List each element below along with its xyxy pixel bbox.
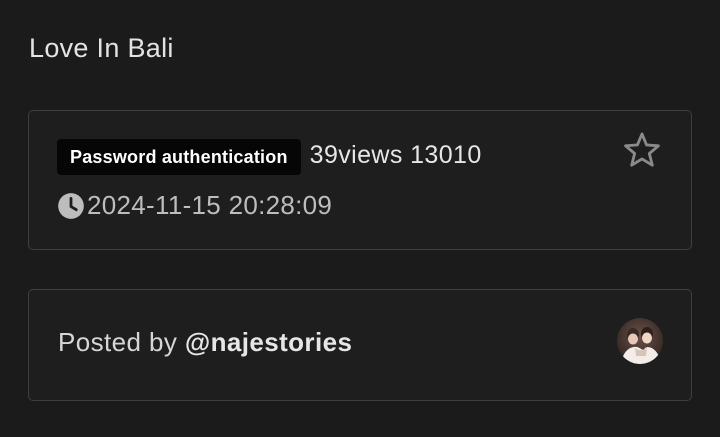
page-root: Love In Bali Password authentication 39v… <box>0 0 720 437</box>
poster-handle-link[interactable]: @najestories <box>185 327 352 357</box>
page-title: Love In Bali <box>29 33 174 63</box>
poster-card: Posted by @najestories <box>28 289 692 401</box>
info-card: Password authentication 39views 13010 20… <box>28 110 692 250</box>
auth-badge[interactable]: Password authentication <box>57 139 301 175</box>
avatar[interactable] <box>617 318 663 364</box>
clock-icon <box>58 192 84 219</box>
star-icon[interactable] <box>620 129 664 171</box>
posted-by-label: Posted by <box>58 327 178 357</box>
badge-views-row: Password authentication 39views 13010 <box>57 139 482 175</box>
timestamp-text: 2024-11-15 20:28:09 <box>87 190 333 220</box>
posted-by: Posted by @najestories <box>58 327 352 358</box>
timestamp-row: 2024-11-15 20:28:09 <box>57 190 332 221</box>
views-count: 39views 13010 <box>309 140 482 169</box>
